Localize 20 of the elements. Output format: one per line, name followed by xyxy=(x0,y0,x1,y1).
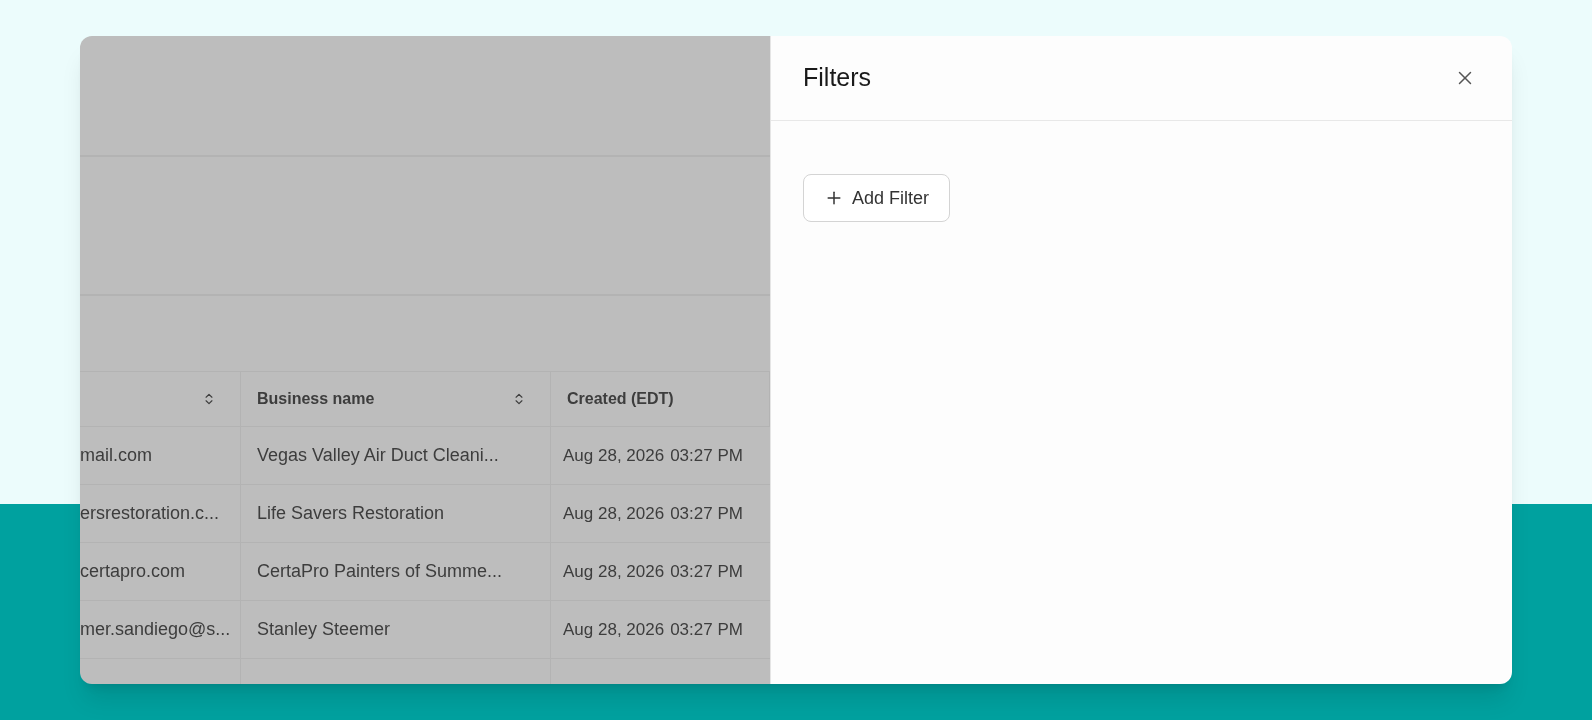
table-cell-text: mail.com xyxy=(80,444,152,467)
add-filter-button[interactable]: Add Filter xyxy=(803,174,951,222)
table-cell-text: CertaPro Painters of Summe... xyxy=(257,560,503,583)
table-cell-text: Aug 28, 2026 xyxy=(563,560,665,583)
table-cell-text: ersrestoration.c... xyxy=(80,502,220,525)
table-cell-text: Vegas Valley Air Duct Cleani... xyxy=(257,444,499,467)
table-cell-text: 03:27 PM xyxy=(670,560,743,583)
table-cell-text: Aug 28, 2026 xyxy=(563,618,665,641)
column-header: Business name xyxy=(257,389,375,409)
column-header: Created (EDT) xyxy=(567,389,674,409)
table-cell-text: 03:27 PM xyxy=(670,502,743,525)
table-cell-text: Stanley Steemer xyxy=(257,618,391,641)
panel-title: Filters xyxy=(803,62,872,94)
table-cell-text: Aug 28, 2026 xyxy=(563,444,665,467)
table-cell-text: Life Savers Restoration xyxy=(257,502,445,525)
table-cell-text: certapro.com xyxy=(80,560,186,583)
table-cell-text: 03:27 PM xyxy=(670,444,743,467)
table-cell-text: 03:27 PM xyxy=(670,618,743,641)
table-cell-text: Aug 28, 2026 xyxy=(563,502,665,525)
table-cell-text: mer.sandiego@s... xyxy=(80,618,231,641)
